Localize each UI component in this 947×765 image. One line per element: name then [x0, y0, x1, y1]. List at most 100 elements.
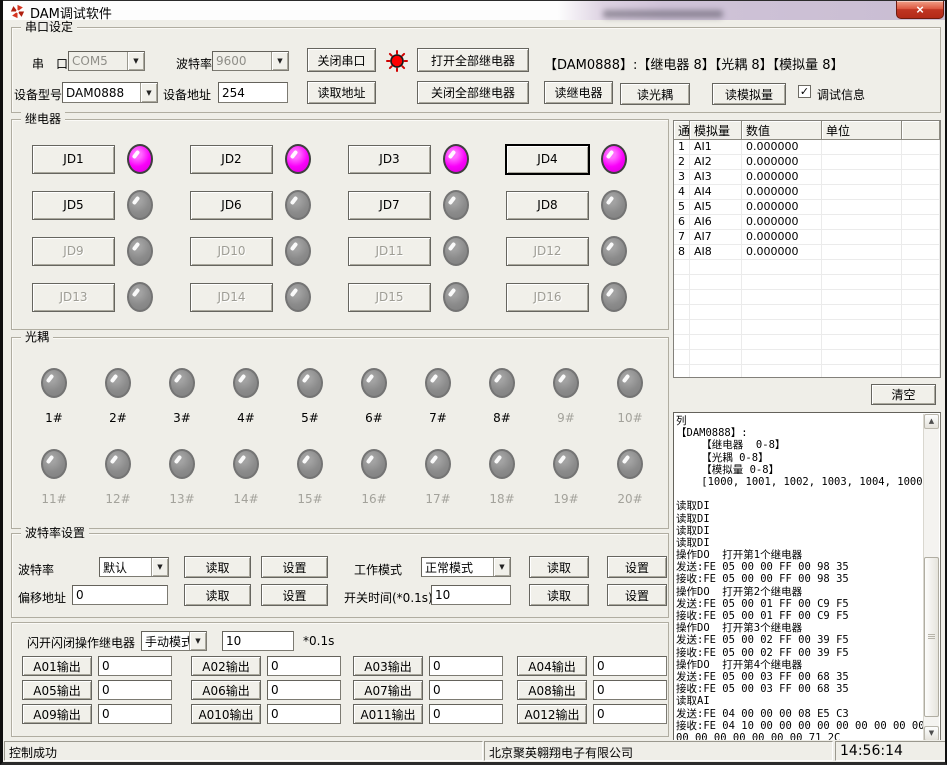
output-button-A01输出[interactable]: A01输出: [22, 656, 92, 676]
table-row[interactable]: [674, 305, 940, 320]
close-all-relays-button[interactable]: 关闭全部继电器: [417, 81, 529, 104]
scrollbar-up-icon[interactable]: ▲: [924, 414, 939, 429]
open-all-relays-button[interactable]: 打开全部继电器: [417, 48, 529, 72]
output-button-A04输出[interactable]: A04输出: [517, 656, 587, 676]
table-row[interactable]: 2AI20.000000: [674, 155, 940, 170]
output-button-A02输出[interactable]: A02输出: [191, 656, 261, 676]
relay-cell: JD5: [26, 182, 184, 228]
output-button-A03输出[interactable]: A03输出: [353, 656, 423, 676]
baudrate-combo[interactable]: 9600 ▼: [212, 51, 289, 71]
relay-button-JD12: JD12: [506, 237, 589, 266]
device-address-input[interactable]: [218, 82, 288, 103]
table-row[interactable]: [674, 275, 940, 290]
output-button-A011输出[interactable]: A011输出: [353, 704, 423, 724]
output-input-A02输出[interactable]: [267, 656, 341, 676]
switch-time-set-button[interactable]: 设置: [607, 584, 667, 606]
opto-channel-10#: 10#: [598, 362, 662, 425]
relay-button-JD5[interactable]: JD5: [32, 191, 115, 220]
output-input-A07输出[interactable]: [429, 680, 503, 700]
flash-output-group: 闪开闪闭操作继电器 手动模式 ▼ *0.1s A01输出A02输出A03输出A0…: [11, 622, 669, 737]
output-input-A011输出[interactable]: [429, 704, 503, 724]
table-row[interactable]: 8AI80.000000: [674, 245, 940, 260]
close-port-button[interactable]: 关闭串口: [307, 48, 376, 72]
table-row[interactable]: [674, 260, 940, 275]
relay-cell: JD4: [500, 136, 658, 182]
output-input-A09输出[interactable]: [98, 704, 172, 724]
output-button-A010输出[interactable]: A010输出: [191, 704, 261, 724]
switch-time-read-button[interactable]: 读取: [529, 584, 589, 606]
table-header[interactable]: 单位: [822, 121, 902, 140]
relay-button-JD8[interactable]: JD8: [506, 191, 589, 220]
relay-button-JD3[interactable]: JD3: [348, 145, 431, 174]
port-combo[interactable]: COM5 ▼: [68, 51, 145, 71]
relay-button-JD1[interactable]: JD1: [32, 145, 115, 174]
clear-log-button[interactable]: 清空: [871, 384, 936, 405]
opto-label: 1#: [45, 411, 63, 425]
output-button-A08输出[interactable]: A08输出: [517, 680, 587, 700]
flash-time-input[interactable]: [222, 631, 294, 651]
opto-led-18#: [489, 449, 515, 479]
log-scrollbar[interactable]: ▲ ▼: [923, 414, 939, 741]
baud-set-button[interactable]: 设置: [261, 556, 328, 578]
table-cell: [742, 365, 822, 378]
output-input-A010输出[interactable]: [267, 704, 341, 724]
read-address-button[interactable]: 读取地址: [307, 81, 376, 104]
log-text[interactable]: 列【DAM0888】: 【继电器 0-8】 【光耦 0-8】 【模拟量 0-8】…: [676, 415, 923, 740]
table-header[interactable]: 数值: [742, 121, 822, 140]
table-cell: 0.000000: [742, 245, 822, 259]
output-input-A05输出[interactable]: [98, 680, 172, 700]
switch-time-input[interactable]: [431, 585, 511, 605]
output-input-A04输出[interactable]: [593, 656, 667, 676]
work-mode-label: 工作模式: [354, 561, 402, 578]
relay-button-JD4[interactable]: JD4: [506, 145, 589, 174]
table-row[interactable]: [674, 335, 940, 350]
output-input-A01输出[interactable]: [98, 656, 172, 676]
relay-button-JD7[interactable]: JD7: [348, 191, 431, 220]
baud-combo[interactable]: 默认 ▼: [99, 557, 169, 577]
offset-read-button[interactable]: 读取: [184, 584, 251, 606]
table-row[interactable]: 4AI40.000000: [674, 185, 940, 200]
baud-read-button[interactable]: 读取: [184, 556, 251, 578]
relay-button-JD6[interactable]: JD6: [190, 191, 273, 220]
output-button-A012输出[interactable]: A012输出: [517, 704, 587, 724]
output-input-A08输出[interactable]: [593, 680, 667, 700]
debug-info-checkbox[interactable]: ✓: [798, 85, 811, 98]
relay-button-JD2[interactable]: JD2: [190, 145, 273, 174]
table-row[interactable]: [674, 290, 940, 305]
scrollbar-down-icon[interactable]: ▼: [924, 726, 939, 741]
output-button-A05输出[interactable]: A05输出: [22, 680, 92, 700]
table-row[interactable]: [674, 350, 940, 365]
flash-mode-combo[interactable]: 手动模式 ▼: [141, 631, 207, 651]
close-button[interactable]: ×: [896, 1, 944, 19]
output-button-A06输出[interactable]: A06输出: [191, 680, 261, 700]
opto-led-11#: [41, 449, 67, 479]
read-analog-button[interactable]: 读模拟量: [712, 83, 786, 105]
output-button-A09输出[interactable]: A09输出: [22, 704, 92, 724]
table-row[interactable]: 6AI60.000000: [674, 215, 940, 230]
read-opto-button[interactable]: 读光耦: [620, 83, 690, 105]
table-row[interactable]: [674, 320, 940, 335]
offset-set-button[interactable]: 设置: [261, 584, 328, 606]
offset-address-input[interactable]: [72, 585, 168, 605]
table-cell: AI2: [690, 155, 742, 169]
output-input-A03输出[interactable]: [429, 656, 503, 676]
table-row[interactable]: 7AI70.000000: [674, 230, 940, 245]
table-header[interactable]: 模拟量: [690, 121, 742, 140]
scrollbar-thumb[interactable]: [924, 557, 939, 717]
table-cell: 0.000000: [742, 215, 822, 229]
table-row[interactable]: 5AI50.000000: [674, 200, 940, 215]
output-input-A012输出[interactable]: [593, 704, 667, 724]
device-model-combo[interactable]: DAM0888 ▼: [62, 82, 158, 103]
output-button-A07输出[interactable]: A07输出: [353, 680, 423, 700]
table-row[interactable]: [674, 365, 940, 378]
table-header[interactable]: [902, 121, 940, 140]
log-box[interactable]: 列【DAM0888】: 【继电器 0-8】 【光耦 0-8】 【模拟量 0-8】…: [673, 412, 941, 743]
output-input-A06输出[interactable]: [267, 680, 341, 700]
table-row[interactable]: 1AI10.000000: [674, 140, 940, 155]
table-header[interactable]: 通: [674, 121, 690, 140]
work-mode-read-button[interactable]: 读取: [529, 556, 589, 578]
work-mode-combo[interactable]: 正常模式 ▼: [421, 557, 511, 577]
table-row[interactable]: 3AI30.000000: [674, 170, 940, 185]
work-mode-set-button[interactable]: 设置: [607, 556, 667, 578]
read-relay-button[interactable]: 读继电器: [544, 81, 613, 104]
